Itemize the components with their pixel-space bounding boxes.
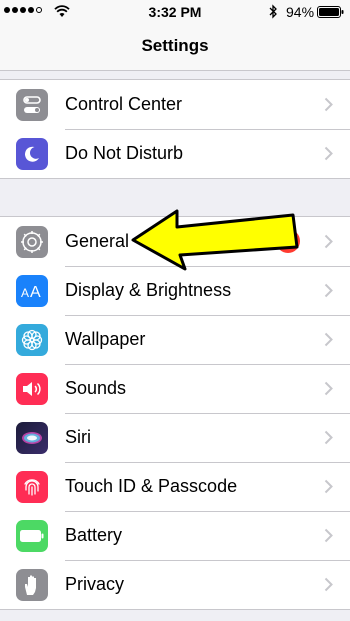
control-center-icon (16, 89, 48, 121)
settings-row-label: Do Not Disturb (65, 143, 184, 163)
page-title: Settings (141, 36, 209, 55)
settings-row-touch-id-passcode[interactable]: Touch ID & Passcode (0, 462, 350, 511)
settings-row-display-brightness[interactable]: A A Display & Brightness (0, 266, 350, 315)
aa-icon: A A (16, 275, 48, 307)
settings-row-label: Siri (65, 427, 91, 447)
notification-badge: 1 (276, 229, 300, 253)
settings-row-label: General (65, 231, 130, 251)
settings-group-1: Control Center Do Not Disturb (0, 79, 350, 179)
settings-row-control-center[interactable]: Control Center (0, 80, 350, 129)
settings-row-label: Display & Brightness (65, 280, 232, 300)
settings-row-siri[interactable]: Siri (0, 413, 350, 462)
status-bar: 3:32 PM 94% (0, 0, 350, 24)
settings-row-label: Sounds (65, 378, 127, 398)
chevron-right-icon (324, 234, 333, 249)
battery-percent: 94% (286, 4, 315, 20)
chevron-right-icon (324, 577, 333, 592)
svg-text:A: A (21, 286, 29, 300)
settings-row-wallpaper[interactable]: Wallpaper (0, 315, 350, 364)
settings-row-battery[interactable]: Battery (0, 511, 350, 560)
flower-icon (16, 324, 48, 356)
svg-text:A: A (30, 284, 41, 301)
speaker-icon (16, 373, 48, 405)
bluetooth-icon (269, 4, 277, 19)
hand-icon (16, 569, 48, 601)
settings-row-privacy[interactable]: Privacy (0, 560, 350, 609)
settings-row-label: Touch ID & Passcode (65, 476, 238, 496)
settings-row-sounds[interactable]: Sounds (0, 364, 350, 413)
settings-row-do-not-disturb[interactable]: Do Not Disturb (0, 129, 350, 178)
settings-screen: 3:32 PM 94% Settings Control Center Do N… (0, 0, 350, 621)
gear-icon (16, 226, 48, 258)
moon-icon (16, 138, 48, 170)
settings-row-label: Privacy (65, 574, 125, 594)
chevron-right-icon (324, 283, 333, 298)
navigation-bar: Settings (0, 24, 350, 71)
chevron-right-icon (324, 528, 333, 543)
chevron-right-icon (324, 381, 333, 396)
chevron-right-icon (324, 146, 333, 161)
chevron-right-icon (324, 430, 333, 445)
battery-setting-icon (16, 520, 48, 552)
chevron-right-icon (324, 479, 333, 494)
settings-row-label: Control Center (65, 94, 183, 114)
settings-row-general[interactable]: General 1 (0, 217, 350, 266)
fingerprint-icon (16, 471, 48, 503)
settings-row-label: Wallpaper (65, 329, 146, 349)
settings-row-label: Battery (65, 525, 123, 545)
battery-icon (317, 6, 344, 18)
settings-group-2: General 1 A A Display & Brightness Wallp… (0, 216, 350, 610)
chevron-right-icon (324, 97, 333, 112)
siri-icon (16, 422, 48, 454)
chevron-right-icon (324, 332, 333, 347)
